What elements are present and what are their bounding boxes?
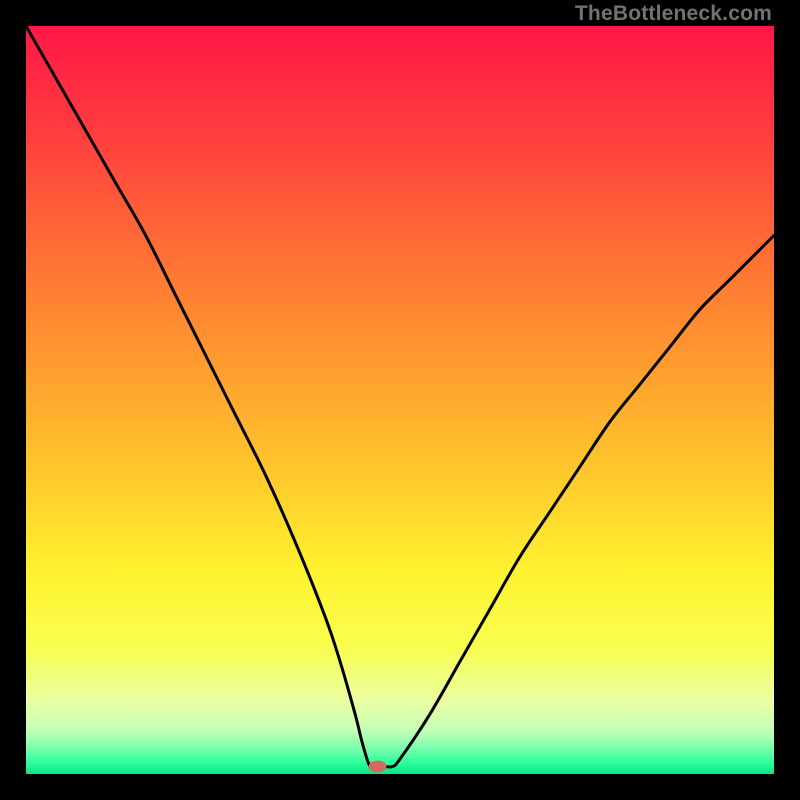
plot-area xyxy=(26,26,774,774)
gradient-background xyxy=(26,26,774,774)
optimal-point-marker xyxy=(369,761,387,773)
chart-svg xyxy=(26,26,774,774)
watermark-text: TheBottleneck.com xyxy=(575,2,772,26)
chart-frame: TheBottleneck.com xyxy=(0,0,800,800)
